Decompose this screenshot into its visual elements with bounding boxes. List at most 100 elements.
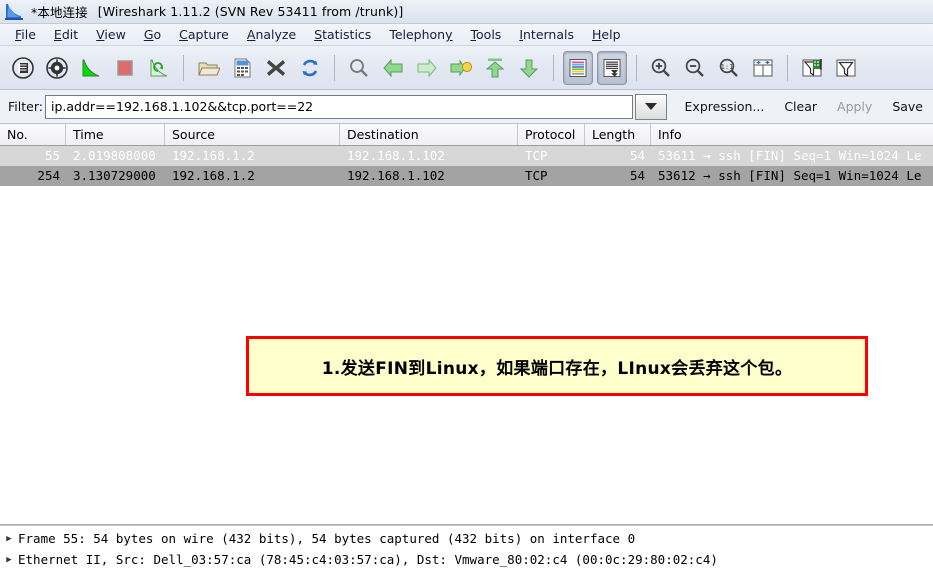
- menu-mnemonic: E: [53, 27, 62, 42]
- menu-item-view[interactable]: View: [87, 25, 135, 44]
- menu-label: nternals: [523, 27, 575, 42]
- wireshark-shark-fin-icon: [5, 3, 25, 20]
- filter-label: Filter:: [8, 99, 43, 114]
- interface-list-icon[interactable]: [8, 51, 38, 85]
- capture-filters-icon[interactable]: [797, 51, 827, 85]
- cell-source: 192.168.1.2: [172, 148, 255, 163]
- expression-button[interactable]: Expression...: [675, 97, 775, 116]
- column-header-source[interactable]: Source: [165, 124, 340, 145]
- restart-capture-icon[interactable]: [144, 51, 174, 85]
- toolbar-separator: [787, 54, 788, 81]
- svg-text:1:1: 1:1: [721, 63, 734, 71]
- cell-length: 54: [629, 168, 645, 183]
- menu-label: elp: [601, 27, 621, 42]
- go-to-first-packet-icon[interactable]: [480, 51, 510, 85]
- menu-label: tatistics: [322, 27, 372, 42]
- toolbar-separator: [183, 54, 184, 81]
- cell-time: 3.130729000: [73, 168, 156, 183]
- find-packet-icon[interactable]: [344, 51, 374, 85]
- annotation-text: 1.发送FIN到Linux，如果端口存在，LInux会丢弃这个包。: [321, 358, 793, 379]
- cell-protocol: TCP: [525, 168, 548, 183]
- column-header-no[interactable]: No.: [0, 124, 66, 145]
- display-filter-bar: Filter: Expression... Clear Apply Save: [0, 90, 933, 124]
- go-back-icon[interactable]: [378, 51, 408, 85]
- menu-item-tools[interactable]: Tools: [462, 25, 511, 44]
- menu-item-file[interactable]: File: [6, 25, 45, 44]
- menu-label: iew: [104, 27, 126, 42]
- stop-capture-icon[interactable]: [110, 51, 140, 85]
- table-row[interactable]: 254 3.130729000 192.168.1.2 192.168.1.10…: [0, 166, 933, 186]
- menu-item-help[interactable]: Help: [583, 25, 630, 44]
- table-row[interactable]: 55 2.019808000 192.168.1.2 192.168.1.102…: [0, 146, 933, 166]
- packet-detail-pane[interactable]: ▶ Frame 55: 54 bytes on wire (432 bits),…: [0, 525, 933, 571]
- capture-options-icon[interactable]: [42, 51, 72, 85]
- menu-mnemonic: H: [592, 27, 602, 42]
- column-header-time[interactable]: Time: [66, 124, 165, 145]
- filter-history-dropdown[interactable]: [634, 93, 667, 120]
- menu-label: nalyze: [255, 27, 297, 42]
- expander-triangle-icon[interactable]: ▶: [0, 534, 18, 544]
- detail-row-frame[interactable]: ▶ Frame 55: 54 bytes on wire (432 bits),…: [0, 528, 933, 549]
- cell-source: 192.168.1.2: [172, 168, 255, 183]
- cell-no: 55: [44, 148, 60, 163]
- auto-scroll-live-capture-icon[interactable]: [597, 50, 627, 85]
- go-to-packet-icon[interactable]: [446, 51, 476, 85]
- toolbar-separator: [553, 54, 554, 81]
- menu-mnemonic: G: [143, 27, 154, 42]
- annotation-callout: 1.发送FIN到Linux，如果端口存在，LInux会丢弃这个包。: [246, 336, 868, 396]
- menu-item-telephony[interactable]: Telephony: [380, 25, 461, 44]
- menu-label: apture: [187, 27, 229, 42]
- menu-item-go[interactable]: Go: [135, 25, 170, 44]
- wireshark-window: *本地连接 [Wireshark 1.11.2 (SVN Rev 53411 f…: [0, 0, 933, 571]
- resize-columns-icon[interactable]: [748, 51, 778, 85]
- menu-item-internals[interactable]: Internals: [510, 25, 583, 44]
- title-bar: *本地连接 [Wireshark 1.11.2 (SVN Rev 53411 f…: [0, 0, 933, 24]
- zoom-in-icon[interactable]: [646, 51, 676, 85]
- menu-item-statistics[interactable]: Statistics: [305, 25, 380, 44]
- menu-mnemonic: C: [179, 27, 188, 42]
- column-header-destination[interactable]: Destination: [340, 124, 518, 145]
- chevron-down-icon: [644, 103, 657, 110]
- reload-file-icon[interactable]: [295, 51, 325, 85]
- menu-bar: File Edit View Go Capture Analyze Statis…: [0, 24, 933, 46]
- toolbar-separator: [334, 54, 335, 81]
- packet-list-header: No. Time Source Destination Protocol Len…: [0, 124, 933, 146]
- cell-destination: 192.168.1.102: [347, 148, 445, 163]
- menu-label: dit: [61, 27, 79, 42]
- go-forward-icon[interactable]: [412, 51, 442, 85]
- column-header-info[interactable]: Info: [651, 124, 933, 145]
- open-file-icon[interactable]: [193, 51, 223, 85]
- cell-protocol: TCP: [525, 148, 548, 163]
- start-capture-icon[interactable]: [76, 51, 106, 85]
- cell-info: 53612 → ssh [FIN] Seq=1 Win=1024 Le: [658, 168, 922, 183]
- column-header-length[interactable]: Length: [585, 124, 651, 145]
- zoom-out-icon[interactable]: [680, 51, 710, 85]
- app-title: [Wireshark 1.11.2 (SVN Rev 53411 from /t…: [97, 4, 404, 19]
- cell-info: 53611 → ssh [FIN] Seq=1 Win=1024 Le: [658, 148, 922, 163]
- close-file-icon[interactable]: [261, 51, 291, 85]
- menu-item-edit[interactable]: Edit: [45, 25, 87, 44]
- clear-filter-button[interactable]: Clear: [774, 97, 827, 116]
- colorize-packet-list-icon[interactable]: [563, 50, 593, 85]
- menu-item-capture[interactable]: Capture: [170, 25, 238, 44]
- zoom-reset-icon[interactable]: 1:1: [714, 51, 744, 85]
- go-to-last-packet-icon[interactable]: [514, 51, 544, 85]
- menu-item-analyze[interactable]: Analyze: [238, 25, 305, 44]
- menu-label: ile: [21, 27, 36, 42]
- packet-list-pane[interactable]: No. Time Source Destination Protocol Len…: [0, 124, 933, 525]
- detail-row-ethernet[interactable]: ▶ Ethernet II, Src: Dell_03:57:ca (78:45…: [0, 549, 933, 570]
- main-toolbar: 1:1: [0, 46, 933, 90]
- filter-input[interactable]: [45, 94, 633, 119]
- menu-label: o: [153, 27, 162, 42]
- cell-length: 54: [629, 148, 645, 163]
- toolbar-separator: [636, 54, 637, 81]
- display-filters-icon[interactable]: [831, 51, 861, 85]
- cell-destination: 192.168.1.102: [347, 168, 445, 183]
- detail-row-text: Ethernet II, Src: Dell_03:57:ca (78:45:c…: [18, 552, 718, 567]
- menu-label: ools: [476, 27, 502, 42]
- save-filter-button[interactable]: Save: [882, 97, 933, 116]
- save-file-icon[interactable]: [227, 51, 257, 85]
- expander-triangle-icon[interactable]: ▶: [0, 555, 18, 565]
- column-header-protocol[interactable]: Protocol: [518, 124, 585, 145]
- apply-filter-button[interactable]: Apply: [827, 97, 882, 116]
